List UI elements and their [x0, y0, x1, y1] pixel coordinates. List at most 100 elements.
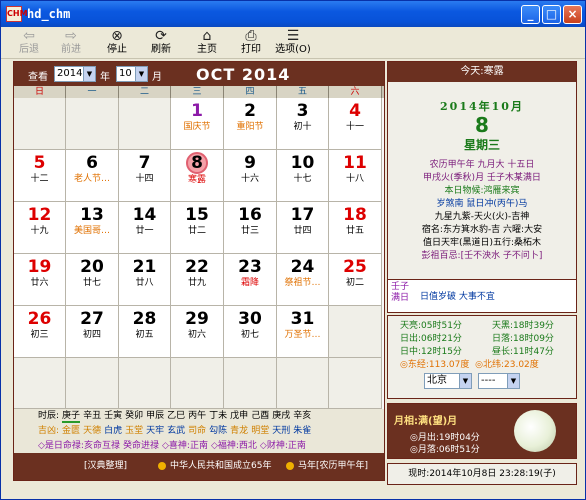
hour-item: 辛亥 [293, 411, 312, 421]
weekday-1: 一 [66, 86, 119, 98]
day-number: 24 [290, 257, 315, 277]
lunar-label: 廿九 [187, 278, 206, 288]
luck-item: 玄武 [167, 426, 186, 436]
day-cell[interactable]: 20 廿七 [66, 254, 119, 306]
luck-item: 天刑 [272, 426, 291, 436]
day-cell[interactable]: 14 廿一 [119, 202, 171, 254]
day-cell[interactable]: 6 老人节… [66, 150, 119, 202]
print-button[interactable]: ⎙ 打印 [231, 28, 271, 58]
day-cell[interactable]: 19 廿六 [14, 254, 66, 306]
sun-time-left: 日出:06时21分 [400, 334, 462, 344]
sun-row: 天亮:05时51分 天黑:18时39分 [400, 320, 568, 333]
credit-text: [汉典整理] [84, 461, 128, 471]
day-cell[interactable]: 22 廿九 [171, 254, 224, 306]
day-number: 7 [138, 153, 151, 173]
chevron-down-icon: ▼ [459, 374, 471, 388]
day-cell[interactable]: 25 初二 [329, 254, 382, 306]
day-cell[interactable]: 21 廿八 [119, 254, 171, 306]
day-cell[interactable]: 16 廿三 [224, 202, 277, 254]
stop-button[interactable]: ⊗ 停止 [97, 28, 137, 58]
maximize-button[interactable]: □ [542, 5, 561, 24]
day-number: 15 [185, 205, 209, 225]
forward-arrow-icon: ⇨ [65, 28, 77, 44]
sun-time-left: 天亮:05时51分 [400, 321, 462, 331]
back-arrow-icon: ⇦ [23, 28, 35, 44]
sun-time-right: 天黑:18时39分 [492, 321, 554, 331]
day-cell[interactable]: 18 廿五 [329, 202, 382, 254]
day-cell[interactable]: 7 十四 [119, 150, 171, 202]
options-button[interactable]: ☰ 选项(O) [273, 28, 313, 58]
day-cell[interactable]: 28 初五 [119, 306, 171, 358]
district-select[interactable]: ---- ▼ [478, 373, 520, 389]
longitude: ◎东经:113.07度 [400, 360, 470, 370]
day-cell[interactable]: 31 万圣节… [277, 306, 329, 358]
country-years: 中华人民共和国成立65年 [170, 461, 272, 471]
home-button[interactable]: ⌂ 主页 [187, 28, 227, 58]
day-cell[interactable]: 24 祭祖节… [277, 254, 329, 306]
hour-item: 乙巳 [167, 411, 186, 421]
weekday-5: 五 [277, 86, 329, 98]
day-number: 4 [349, 101, 361, 121]
detail-sidebar: 今天:寒露 2014年10月 8 星期三 农历甲午年 九月大 十五日 甲戌火(季… [387, 61, 579, 485]
hour-item: 丙午 [188, 411, 207, 421]
day-cell[interactable]: 17 廿四 [277, 202, 329, 254]
day-number: 5 [33, 153, 46, 173]
now-panel: 现时:2014年10月8日 23:28:19(子) [387, 463, 577, 485]
day-cell[interactable]: 29 初六 [171, 306, 224, 358]
weekday-4: 四 [224, 86, 277, 98]
luck-item: 勾陈 [209, 426, 228, 436]
today-detail-panel: 今天:寒露 2014年10月 8 星期三 农历甲午年 九月大 十五日 甲戌火(季… [387, 61, 577, 307]
day-cell[interactable]: 15 廿二 [171, 202, 224, 254]
day-number: 25 [343, 257, 367, 277]
luck-item: 青龙 [230, 426, 249, 436]
direction-item: ◇是日命禄:亥命互禄 [38, 441, 120, 451]
minimize-button[interactable]: _ [521, 5, 540, 24]
day-number: 26 [27, 309, 52, 329]
lunar-label: 十六 [240, 174, 259, 184]
refresh-button[interactable]: ⟳ 刷新 [141, 28, 181, 58]
day-cell[interactable]: 2 重阳节 [224, 98, 277, 150]
lunar-label: 廿五 [345, 226, 364, 236]
day-cell[interactable]: 13 美国哥… [66, 202, 119, 254]
hour-item: 壬寅 [104, 411, 123, 421]
day-cell[interactable]: 23 霜降 [224, 254, 277, 306]
year-select[interactable]: 2014 ▼ [54, 66, 96, 82]
day-number: 20 [80, 257, 104, 277]
forward-button[interactable]: ⇨ 前进 [51, 28, 91, 58]
day-cell[interactable]: 30 初七 [224, 306, 277, 358]
lunar-label: 廿六 [30, 278, 49, 288]
luck-item: 玉堂 [125, 426, 144, 436]
day-number: 13 [80, 205, 104, 225]
direction-item: ◇喜神:正南 [161, 441, 208, 451]
day-cell[interactable]: 26 初三 [14, 306, 66, 358]
day-cell[interactable]: 8 寒露 [171, 150, 224, 202]
lunar-label: 廿七 [82, 278, 101, 288]
city-select[interactable]: 北京 ▼ [424, 373, 472, 389]
back-button[interactable]: ⇦ 后退 [9, 28, 49, 58]
empty-cell [329, 358, 382, 409]
month-select[interactable]: 10 ▼ [116, 66, 148, 82]
lunar-label: 初二 [345, 278, 364, 288]
date-line: 2014年10月 [440, 100, 524, 113]
day-cell[interactable]: 9 十六 [224, 150, 277, 202]
day-cell[interactable]: 10 十七 [277, 150, 329, 202]
day-cell[interactable]: 12 十九 [14, 202, 66, 254]
day-cell[interactable]: 11 十八 [329, 150, 382, 202]
refresh-label: 刷新 [151, 44, 171, 55]
forward-label: 前进 [61, 44, 81, 55]
hour-item: 丁未 [209, 411, 228, 421]
lunar-label: 老人节… [73, 174, 110, 184]
home-label: 主页 [197, 44, 217, 55]
moon-panel: 月相:满(望)月 ◎月出:19时04分 ◎月落:06时51分 [387, 403, 577, 459]
day-cell[interactable]: 27 初四 [66, 306, 119, 358]
day-cell[interactable]: 5 十二 [14, 150, 66, 202]
dot-icon [286, 461, 294, 470]
latitude: ◎北纬:23.02度 [475, 360, 539, 370]
day-cell[interactable]: 1 国庆节 [171, 98, 224, 150]
day-cell[interactable]: 4 十一 [329, 98, 382, 150]
day-tag: 壬子 满日 [391, 282, 410, 303]
weekday-0: 日 [14, 86, 66, 98]
day-cell[interactable]: 3 初十 [277, 98, 329, 150]
close-button[interactable]: × [563, 5, 582, 24]
calendar-status-bar: [汉典整理] 中华人民共和国成立65年 马年[农历甲午年] [14, 453, 384, 480]
